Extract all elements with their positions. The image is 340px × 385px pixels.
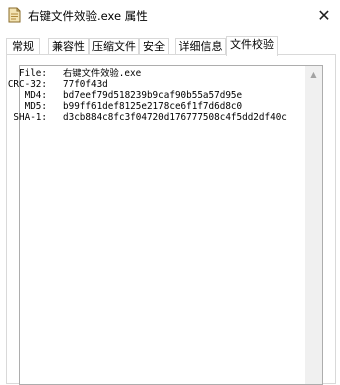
tab-bar: 常规 兼容性 压缩文件 安全 详细信息 文件校验 — [6, 36, 340, 56]
hash-value: bd7eef79d518239b9caf90b55a57d95e — [63, 90, 243, 101]
checksum-textbox[interactable]: File: 右键文件效验.exe CRC-32: 77f0f43d MD4: b… — [8, 65, 323, 385]
hash-label: MD4: — [24, 90, 47, 101]
tab-label: 详细信息 — [178, 40, 223, 53]
tab-label: 安全 — [143, 40, 165, 53]
tab-label: 压缩文件 — [92, 40, 136, 53]
vertical-scrollbar[interactable]: ▲ — [305, 66, 322, 384]
close-icon: ✕ — [317, 5, 331, 25]
tab-label: 常规 — [12, 40, 34, 53]
close-button[interactable]: ✕ — [308, 0, 340, 30]
hash-row-sha1: SHA-1: d3cb884c8fc3f04720d176777508c4f5d… — [13, 112, 305, 123]
chevron-up-icon: ▲ — [310, 70, 317, 79]
hash-value: d3cb884c8fc3f04720d176777508c4f5dd2df40c — [63, 112, 287, 123]
tab-label: 兼容性 — [52, 40, 85, 53]
hash-label: File: — [19, 68, 47, 79]
tab-security[interactable]: 安全 — [139, 38, 169, 55]
tab-archive[interactable]: 压缩文件 — [89, 38, 139, 55]
hash-row-crc32: CRC-32: 77f0f43d — [8, 79, 305, 90]
hash-value: b99ff61def8125e2178ce6f1f7d6d8c0 — [63, 101, 243, 112]
hash-value: 右键文件效验.exe — [63, 68, 142, 79]
window-title: 右键文件效验.exe 属性 — [28, 9, 148, 23]
hash-label: MD5: — [24, 101, 47, 112]
scroll-up-button[interactable]: ▲ — [305, 66, 322, 83]
hash-row-md4: MD4: bd7eef79d518239b9caf90b55a57d95e — [20, 90, 305, 101]
hash-value: 77f0f43d — [63, 79, 108, 90]
tab-compatibility[interactable]: 兼容性 — [48, 38, 89, 55]
tab-file-checksum[interactable]: 文件校验 — [226, 36, 278, 56]
hash-row-file: File: 右键文件效验.exe — [19, 68, 305, 79]
tab-label: 文件校验 — [230, 38, 274, 51]
tab-details[interactable]: 详细信息 — [175, 38, 226, 55]
hash-label: SHA-1: — [13, 112, 47, 123]
hash-label: CRC-32: — [7, 79, 47, 90]
document-icon — [8, 7, 21, 23]
hash-row-md5: MD5: b99ff61def8125e2178ce6f1f7d6d8c0 — [20, 101, 305, 112]
title-bar: 右键文件效验.exe 属性 ✕ — [0, 0, 340, 30]
checksum-text: File: 右键文件效验.exe CRC-32: 77f0f43d MD4: b… — [8, 66, 305, 384]
tab-general[interactable]: 常规 — [6, 38, 40, 55]
